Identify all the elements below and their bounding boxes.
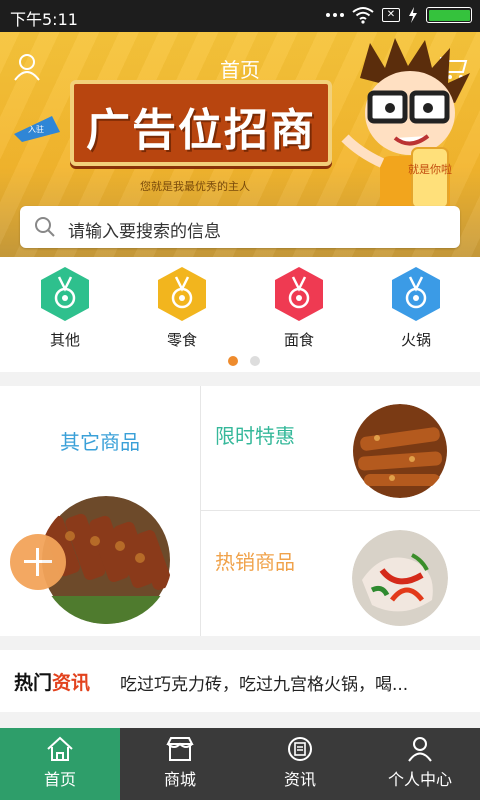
medal-icon <box>158 267 206 321</box>
charging-icon <box>409 7 417 23</box>
battery-icon <box>426 7 472 23</box>
news-ticker[interactable]: 热门资讯 吃过巧克力砖，吃过九宫格火锅，喝... <box>0 650 480 712</box>
page-indicator <box>228 356 260 366</box>
ad-subtitle: 您就是我最优秀的主人 <box>140 180 250 193</box>
other-goods-title[interactable]: 其它商品 <box>0 426 200 455</box>
wifi-icon <box>352 7 374 24</box>
category-label: 其他 <box>49 331 80 349</box>
category-hotpot[interactable]: 火锅 <box>356 265 476 350</box>
news-icon <box>288 737 312 761</box>
search-bar[interactable]: 请输入要搜索的信息 <box>20 206 460 248</box>
tab-label: 个人中心 <box>387 770 452 789</box>
category-label: 面食 <box>283 331 314 349</box>
more-dots-icon <box>326 13 344 17</box>
limited-offer-title[interactable]: 限时特惠 <box>215 420 295 449</box>
tab-label: 商城 <box>163 770 196 789</box>
category-other[interactable]: 其他 <box>5 265 125 350</box>
tab-profile[interactable]: 个人中心 <box>360 728 480 800</box>
search-icon <box>35 217 55 237</box>
hot-news-tag: 热门资讯 <box>14 668 90 695</box>
hot-goods-title[interactable]: 热销商品 <box>215 546 295 575</box>
medal-icon <box>392 267 440 321</box>
category-label: 火锅 <box>400 331 431 349</box>
tab-label: 首页 <box>43 770 76 789</box>
news-headline[interactable]: 吃过巧克力砖，吃过九宫格火锅，喝... <box>120 670 408 695</box>
tab-home[interactable]: 首页 <box>0 728 120 800</box>
status-icons: ✕ <box>326 6 472 24</box>
category-noodles[interactable]: 面食 <box>239 265 359 350</box>
ad-board: 广告位招商 <box>70 80 332 166</box>
ad-banner[interactable]: 首页 入驻 广告位招商 您就是我最优秀的主人 就是你啦 请输入要搜索的信息 <box>0 32 480 257</box>
medal-icon <box>41 267 89 321</box>
ad-main-text: 广告位招商 <box>86 105 316 156</box>
status-time: 下午5:11 <box>10 10 78 29</box>
store-icon <box>166 737 194 761</box>
status-bar: 下午5:11 ✕ <box>0 0 480 32</box>
svg-text:就是你啦: 就是你啦 <box>408 162 452 176</box>
page-dot[interactable] <box>250 356 260 366</box>
home-icon <box>47 736 73 761</box>
search-input[interactable]: 请输入要搜索的信息 <box>68 217 221 242</box>
category-grid: 其他 零食 面食 火锅 <box>0 257 480 372</box>
cold-dish-image[interactable] <box>352 530 448 626</box>
hot-news-tag-part: 资讯 <box>52 672 91 694</box>
svg-text:入驻: 入驻 <box>28 124 44 134</box>
hot-news-tag-part: 热门 <box>14 672 53 694</box>
kite-decoration: 入驻 <box>14 116 60 142</box>
person-icon <box>408 737 432 762</box>
add-button[interactable] <box>10 534 66 590</box>
tab-news[interactable]: 资讯 <box>240 728 360 800</box>
tab-mall[interactable]: 商城 <box>120 728 240 800</box>
tab-label: 资讯 <box>283 770 316 789</box>
promo-section: 其它商品 限时特惠 热销商品 <box>0 386 480 636</box>
sim-off-icon: ✕ <box>382 8 400 22</box>
page-dot-active[interactable] <box>228 356 238 366</box>
category-label: 零食 <box>166 331 197 349</box>
divider <box>200 386 201 636</box>
category-snacks[interactable]: 零食 <box>122 265 242 350</box>
divider <box>200 510 480 511</box>
medal-icon <box>275 267 323 321</box>
bottom-tab-bar: 首页 商城 资讯 个人中心 <box>0 728 480 800</box>
grilled-skewers-image[interactable] <box>352 404 448 498</box>
